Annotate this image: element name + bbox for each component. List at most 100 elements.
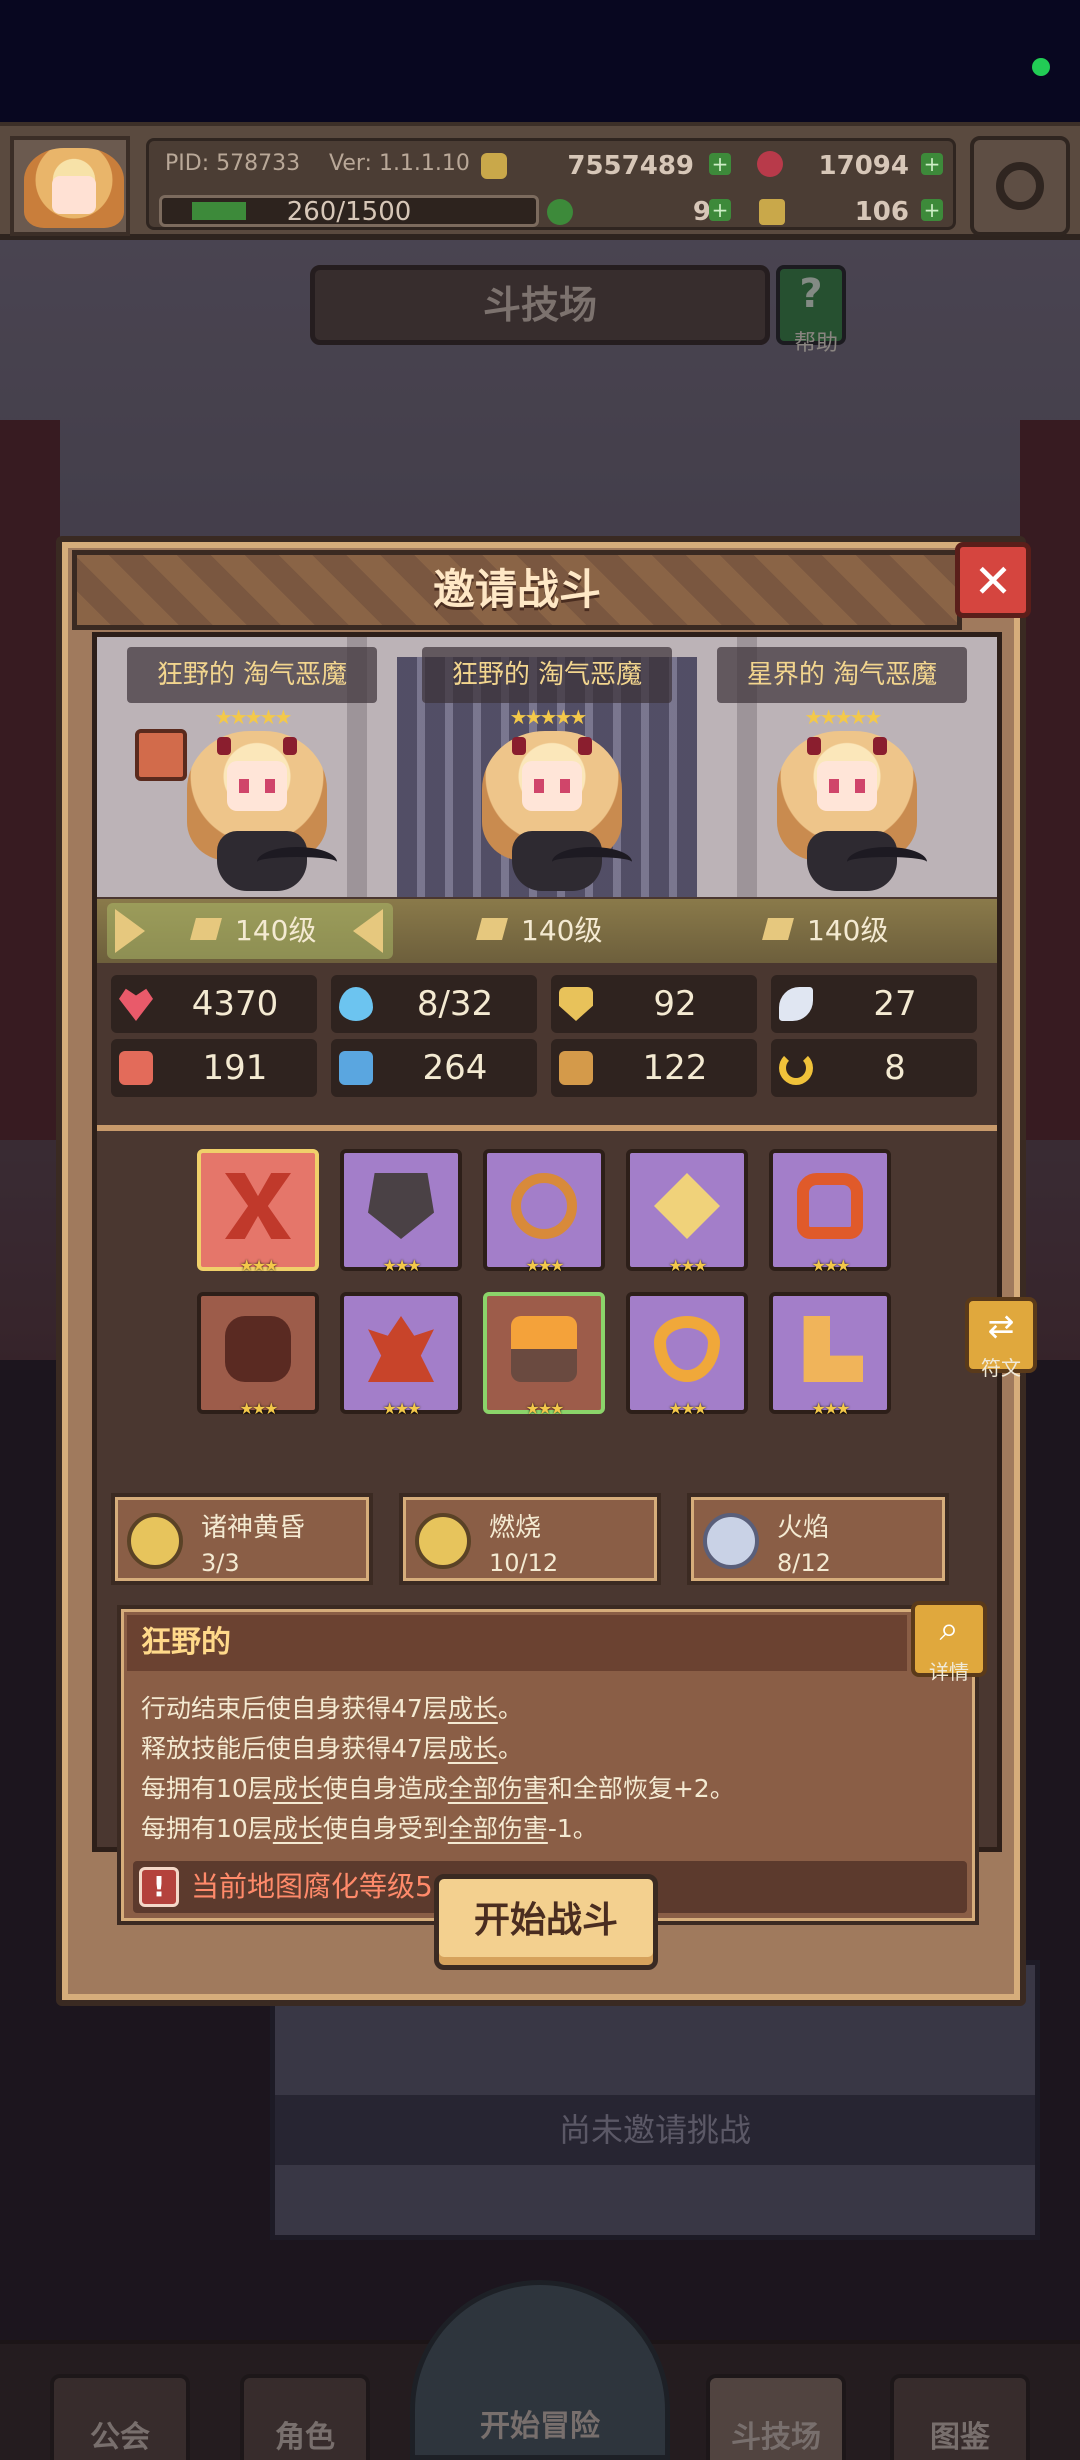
fist-icon [119, 1051, 153, 1085]
boot-icon [190, 918, 222, 940]
equipment-slot-gauntlet[interactable]: ★★★ [197, 1292, 319, 1418]
item-stars: ★★★ [525, 1256, 564, 1275]
item-stars: ★★★ [525, 1399, 564, 1418]
hero-level-3: 140级 [762, 905, 889, 957]
item-stars: ★★★ [811, 1256, 850, 1275]
stat-defense: 92 [551, 975, 757, 1033]
equipment-slot-ring[interactable]: ★★★ [769, 1149, 891, 1275]
stat-mana: 8/32 [331, 975, 537, 1033]
equipment-slot-weapon[interactable]: ★★★ [197, 1149, 319, 1275]
water-drop-icon [339, 987, 373, 1021]
set-name: 诸神黄昏 [201, 1513, 306, 1543]
set-bonus-twilight[interactable]: 诸神黄昏 3/3 [111, 1493, 373, 1585]
equipment-slot-gem[interactable]: ★★★ [626, 1149, 748, 1275]
camera-indicator-icon [1032, 58, 1050, 76]
close-button[interactable]: ✕ [955, 542, 1031, 618]
hero-level-text: 140级 [235, 914, 317, 947]
details-label: 详情 [929, 1660, 969, 1684]
stat-luck: 8 [771, 1039, 977, 1097]
set-name: 火焰 [777, 1513, 830, 1543]
gem-amount: 17094 [818, 151, 909, 181]
item-stars: ★★★ [668, 1256, 707, 1275]
item-stars: ★★★ [239, 1399, 278, 1418]
trait-line-2: 释放技能后使自身获得47层成长。 [141, 1734, 523, 1763]
set-name: 燃烧 [489, 1513, 542, 1543]
hero-slot-3[interactable]: 星界的 淘气恶魔 ★★★★★ [697, 647, 987, 897]
stat-value: 264 [422, 1048, 488, 1088]
boot-icon [762, 918, 794, 940]
settings-button[interactable] [970, 136, 1070, 236]
equipment-slot-necklace[interactable]: ★★★ [483, 1149, 605, 1275]
shield-icon [559, 987, 593, 1021]
close-icon: ✕ [973, 554, 1013, 608]
trait-line-1: 行动结束后使自身获得47层成长。 [141, 1694, 523, 1723]
set-count: 3/3 [201, 1549, 240, 1577]
status-bar [0, 0, 1080, 122]
hero-level-text: 140级 [807, 914, 889, 947]
heart-icon [119, 988, 153, 1021]
gem-icon [757, 151, 783, 177]
rune-button[interactable]: ⇄ 符文 [965, 1297, 1037, 1380]
hero-name: 狂野的 淘气恶魔 [127, 647, 377, 703]
equipment-slot-armor[interactable]: ★★★ [340, 1149, 462, 1275]
stat-hp: 4370 [111, 975, 317, 1033]
hero-stars: ★★★★★ [509, 705, 588, 729]
start-battle-button[interactable]: 开始战斗 [434, 1874, 658, 1970]
hero-sprite [187, 731, 337, 891]
necklace-icon [511, 1173, 577, 1239]
silver-shield-icon [703, 1513, 759, 1569]
hero-name: 星界的 淘气恶魔 [717, 647, 967, 703]
armor-icon [368, 1173, 434, 1239]
gold-shield-icon [415, 1513, 471, 1569]
player-id: PID: 578733 [165, 151, 301, 176]
equipment-slot-brazier[interactable]: ★★★ [483, 1292, 605, 1418]
trait-line-3: 每拥有10层成长使自身造成全部伤害和全部恢复+2。 [141, 1774, 735, 1803]
stat-speed: 27 [771, 975, 977, 1033]
add-clover-button[interactable]: + [709, 199, 731, 221]
stat-value: 92 [653, 984, 697, 1024]
set-count: 10/12 [489, 1549, 559, 1577]
gold-amount: 7557489 [567, 151, 694, 181]
hero-stats: 4370 8/32 92 27 191 264 122 8 [111, 975, 991, 1115]
hero-sprite [482, 731, 632, 891]
hero-slot-2[interactable]: 狂野的 淘气恶魔 ★★★★★ [402, 647, 692, 897]
trait-title: 狂野的 [141, 1625, 231, 1660]
key-icon [759, 199, 785, 225]
add-key-button[interactable]: + [921, 199, 943, 221]
stat-value: 122 [642, 1048, 708, 1088]
stat-value: 191 [202, 1048, 268, 1088]
stat-attack: 191 [111, 1039, 317, 1097]
horseshoe-icon [779, 1051, 813, 1085]
details-button[interactable]: ⌕ 详情 [911, 1601, 987, 1684]
rune-label: 符文 [981, 1356, 1021, 1380]
hero-stars: ★★★★★ [214, 705, 293, 729]
hero-level-2: 140级 [476, 905, 602, 957]
hero-level-row: 140级 140级 140级 [97, 899, 997, 963]
game-version: Ver: 1.1.1.10 [329, 151, 470, 176]
boots-icon [803, 1316, 863, 1382]
gold-shield-icon [127, 1513, 183, 1569]
set-bonus-flame[interactable]: 火焰 8/12 [687, 1493, 949, 1585]
boot-icon [476, 918, 508, 940]
item-stars: ★★★ [382, 1399, 421, 1418]
set-count: 8/12 [777, 1549, 831, 1577]
item-stars: ★★★ [811, 1399, 850, 1418]
invite-battle-dialog: 邀请战斗 ✕ 狂野的 淘气恶魔 ★★★★★ 狂野的 淘气恶魔 ★★★★★ 星界的… [56, 536, 1037, 2006]
stamina-text: 260/1500 [286, 197, 412, 227]
chest-badge-icon [135, 729, 187, 781]
equipment-slot-pauldron[interactable]: ★★★ [340, 1292, 462, 1418]
dialog-title: 邀请战斗 [432, 565, 601, 614]
exclamation-icon: ! [139, 1867, 179, 1907]
gauntlet-icon [225, 1316, 291, 1382]
equipment-slot-boots[interactable]: ★★★ [769, 1292, 891, 1418]
item-stars: ★★★ [239, 1256, 278, 1275]
add-gold-button[interactable]: + [709, 153, 731, 175]
flame-armor-icon [368, 1316, 434, 1382]
coin-icon [481, 153, 507, 179]
equipment-slot-amulet[interactable]: ★★★ [626, 1292, 748, 1418]
ring-icon [797, 1173, 863, 1239]
player-avatar[interactable] [10, 136, 130, 236]
add-gem-button[interactable]: + [921, 153, 943, 175]
set-bonus-burning[interactable]: 燃烧 10/12 [399, 1493, 661, 1585]
player-info-panel: PID: 578733 Ver: 1.1.1.10 7557489 + 1709… [146, 138, 956, 230]
